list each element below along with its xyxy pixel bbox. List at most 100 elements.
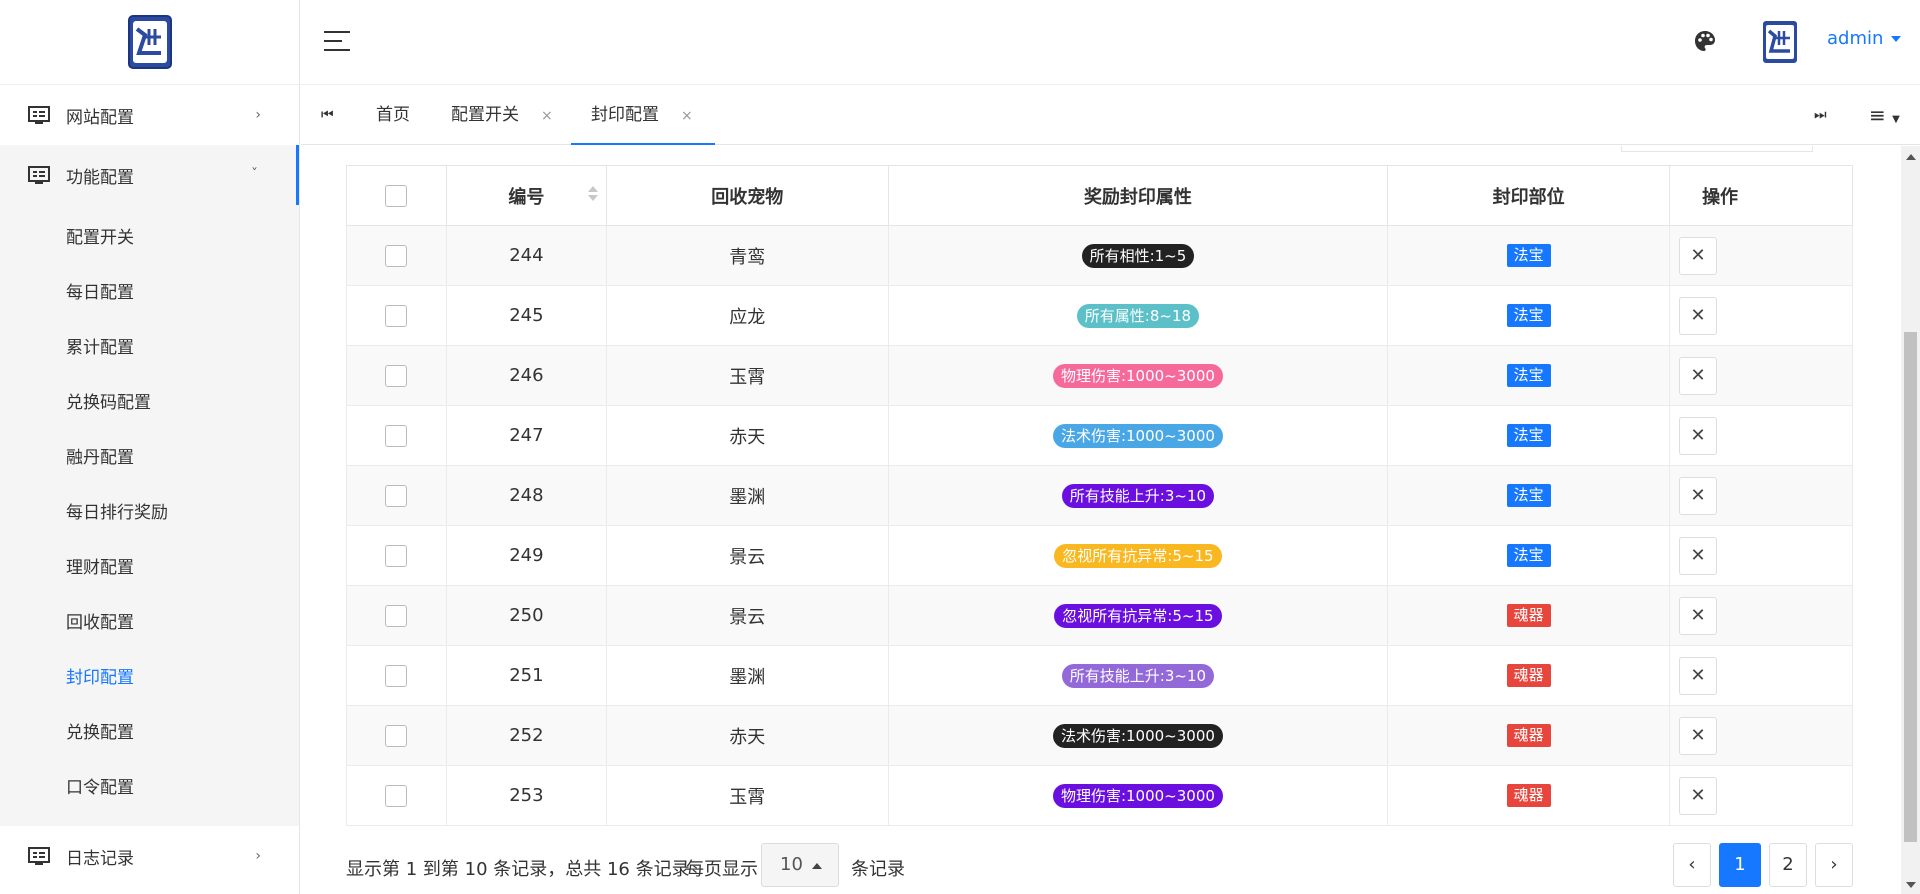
palette-icon[interactable]	[1694, 30, 1716, 52]
cell-pet: 墨渊	[605, 465, 889, 526]
sidebar-group-label: 日志记录	[66, 848, 134, 869]
seal-part-tag: 法宝	[1506, 304, 1551, 327]
config-panel-icon	[28, 106, 50, 124]
row-checkbox[interactable]	[385, 664, 408, 687]
user-menu[interactable]: admin	[1827, 28, 1902, 49]
sidebar-item-seal-config[interactable]: 封印配置	[0, 651, 299, 706]
row-checkbox[interactable]	[385, 604, 408, 627]
seal-attr-pill: 所有相性:1~5	[1081, 243, 1195, 268]
seal-config-table: 编号 回收宠物 奖励封印属性 封印部位 操作 244 青鸾 所有相性:1~5 法宝 ✕ 2…	[346, 165, 1853, 826]
cell-seal-attr: 忽视所有抗异常:5~15	[887, 525, 1389, 586]
delete-button[interactable]: ✕	[1679, 356, 1718, 395]
delete-button[interactable]: ✕	[1679, 656, 1718, 695]
sidebar-group-website-config[interactable]: 网站配置 ›	[0, 85, 299, 145]
cell-seal-attr: 物理伤害:1000~3000	[887, 765, 1389, 826]
delete-button[interactable]: ✕	[1679, 476, 1718, 515]
delete-button[interactable]: ✕	[1679, 716, 1718, 755]
tabs-last-icon[interactable]: ⏭	[1814, 86, 1827, 145]
sidebar: 网站配置 › 功能配置 ˇ 配置开关 每日配置 累计配置 兑换码配置 融丹配置 …	[0, 0, 300, 894]
sidebar-item-exchange-config[interactable]: 兑换配置	[0, 706, 299, 761]
cell-pet: 赤天	[605, 405, 889, 466]
page-scrollbar[interactable]	[1901, 146, 1920, 894]
sidebar-item-recycle-config[interactable]: 回收配置	[0, 596, 299, 651]
cell-seal-part: 魂器	[1387, 585, 1671, 646]
tabs-first-icon[interactable]: ⏮	[321, 86, 334, 145]
seal-part-tag: 魂器	[1506, 784, 1551, 807]
scrollbar-thumb[interactable]	[1904, 332, 1917, 842]
seal-part-tag: 法宝	[1506, 544, 1551, 567]
cell-pet: 玉霄	[605, 765, 889, 826]
cell-id: 253	[445, 765, 607, 826]
row-checkbox[interactable]	[385, 244, 408, 267]
close-icon[interactable]: ×	[681, 108, 693, 124]
menu-toggle-icon[interactable]	[324, 31, 350, 53]
cell-id: 247	[445, 405, 607, 466]
delete-button[interactable]: ✕	[1679, 536, 1718, 575]
table-row: 251 墨渊 所有技能上升:3~10 魂器 ✕	[346, 645, 1853, 706]
cell-pet: 景云	[605, 525, 889, 586]
sidebar-item-daily-config[interactable]: 每日配置	[0, 266, 299, 321]
delete-button[interactable]: ✕	[1679, 296, 1718, 335]
seal-part-tag: 魂器	[1506, 664, 1551, 687]
table-row: 245 应龙 所有属性:8~18 法宝 ✕	[346, 285, 1853, 346]
sidebar-item-redeem-code-config[interactable]: 兑换码配置	[0, 376, 299, 431]
table-row: 250 景云 忽视所有抗异常:5~15 魂器 ✕	[346, 585, 1853, 646]
delete-button[interactable]: ✕	[1679, 416, 1718, 455]
seal-attr-pill: 法术伤害:1000~3000	[1052, 423, 1223, 448]
page-size-select[interactable]: 10	[761, 843, 839, 887]
sidebar-group-function-config[interactable]: 功能配置 ˇ	[0, 145, 299, 205]
cell-seal-part: 法宝	[1387, 285, 1671, 346]
sidebar-item-cumulative-config[interactable]: 累计配置	[0, 321, 299, 376]
sidebar-group-log-records[interactable]: 日志记录 ›	[0, 826, 299, 886]
cell-id: 248	[445, 465, 607, 526]
cell-pet: 青鸾	[605, 225, 889, 286]
seal-attr-pill: 所有技能上升:3~10	[1061, 483, 1215, 508]
row-checkbox[interactable]	[385, 544, 408, 567]
next-page-button[interactable]: ›	[1815, 843, 1853, 887]
tab-seal-config[interactable]: 封印配置 ×	[571, 86, 715, 145]
page-button-2[interactable]: 2	[1769, 843, 1807, 887]
sidebar-item-finance-config[interactable]: 理财配置	[0, 541, 299, 596]
column-header-id[interactable]: 编号	[445, 165, 607, 226]
sidebar-item-pill-fusion-config[interactable]: 融丹配置	[0, 431, 299, 486]
delete-button[interactable]: ✕	[1679, 776, 1718, 815]
prev-page-button[interactable]: ‹	[1673, 843, 1711, 887]
row-checkbox[interactable]	[385, 424, 408, 447]
cell-seal-attr: 法术伤害:1000~3000	[887, 405, 1389, 466]
delete-button[interactable]: ✕	[1679, 236, 1718, 275]
delete-button[interactable]: ✕	[1679, 596, 1718, 635]
row-select-cell	[346, 345, 447, 406]
close-icon[interactable]: ×	[541, 108, 553, 124]
cell-id: 250	[445, 585, 607, 646]
cell-seal-attr: 所有技能上升:3~10	[887, 465, 1389, 526]
tab-config-switch[interactable]: 配置开关 ×	[451, 86, 553, 145]
page-button-1[interactable]: 1	[1719, 843, 1761, 887]
cell-actions: ✕	[1669, 705, 1853, 766]
sidebar-item-daily-rank-reward[interactable]: 每日排行奖励	[0, 486, 299, 541]
row-checkbox[interactable]	[385, 364, 408, 387]
tabs-menu-icon[interactable]: ≡ ▼	[1869, 86, 1900, 145]
sort-icon[interactable]	[587, 186, 598, 206]
row-checkbox[interactable]	[385, 724, 408, 747]
scroll-down-icon[interactable]	[1906, 882, 1916, 888]
sidebar-group-label: 网站配置	[66, 107, 134, 128]
sidebar-item-config-switch[interactable]: 配置开关	[0, 211, 299, 266]
page-size-value: 10	[780, 854, 803, 875]
cell-actions: ✕	[1669, 765, 1853, 826]
select-all-cell	[346, 165, 447, 226]
cell-id: 244	[445, 225, 607, 286]
scroll-up-icon[interactable]	[1906, 154, 1916, 160]
cell-pet: 赤天	[605, 705, 889, 766]
row-checkbox[interactable]	[385, 784, 408, 807]
avatar[interactable]	[1762, 20, 1798, 64]
cell-pet: 墨渊	[605, 645, 889, 706]
row-checkbox[interactable]	[385, 304, 408, 327]
column-header-seal-attr: 奖励封印属性	[887, 165, 1389, 226]
row-checkbox[interactable]	[385, 484, 408, 507]
cell-actions: ✕	[1669, 525, 1853, 586]
seal-part-tag: 魂器	[1506, 604, 1551, 627]
sidebar-item-password-config[interactable]: 口令配置	[0, 761, 299, 816]
chevron-right-icon: ›	[255, 848, 261, 864]
select-all-checkbox[interactable]	[385, 184, 408, 207]
tab-home[interactable]: 首页	[376, 86, 410, 145]
